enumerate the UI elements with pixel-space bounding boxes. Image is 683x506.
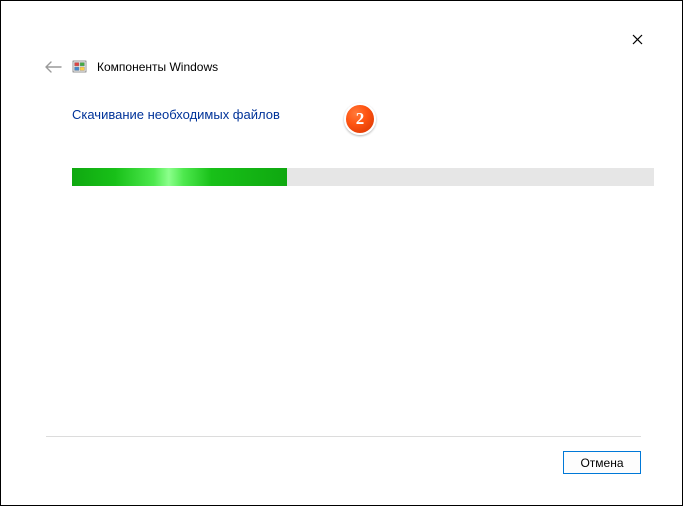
close-icon	[632, 34, 643, 45]
cancel-button[interactable]: Отмена	[563, 451, 641, 474]
dialog-window: Компоненты Windows Скачивание необходимы…	[0, 0, 683, 506]
annotation-badge: 2	[344, 103, 376, 135]
dialog-footer: Отмена	[46, 436, 641, 476]
windows-features-icon	[72, 59, 87, 74]
progress-bar-track	[72, 168, 654, 186]
dialog-title: Компоненты Windows	[97, 60, 218, 74]
dialog-inner-panel: Компоненты Windows Скачивание необходимы…	[16, 17, 667, 490]
dialog-header: Компоненты Windows	[44, 59, 218, 74]
close-button[interactable]	[621, 27, 653, 51]
annotation-badge-label: 2	[356, 109, 365, 129]
back-arrow-icon	[44, 60, 62, 74]
progress-bar-fill	[72, 168, 287, 186]
